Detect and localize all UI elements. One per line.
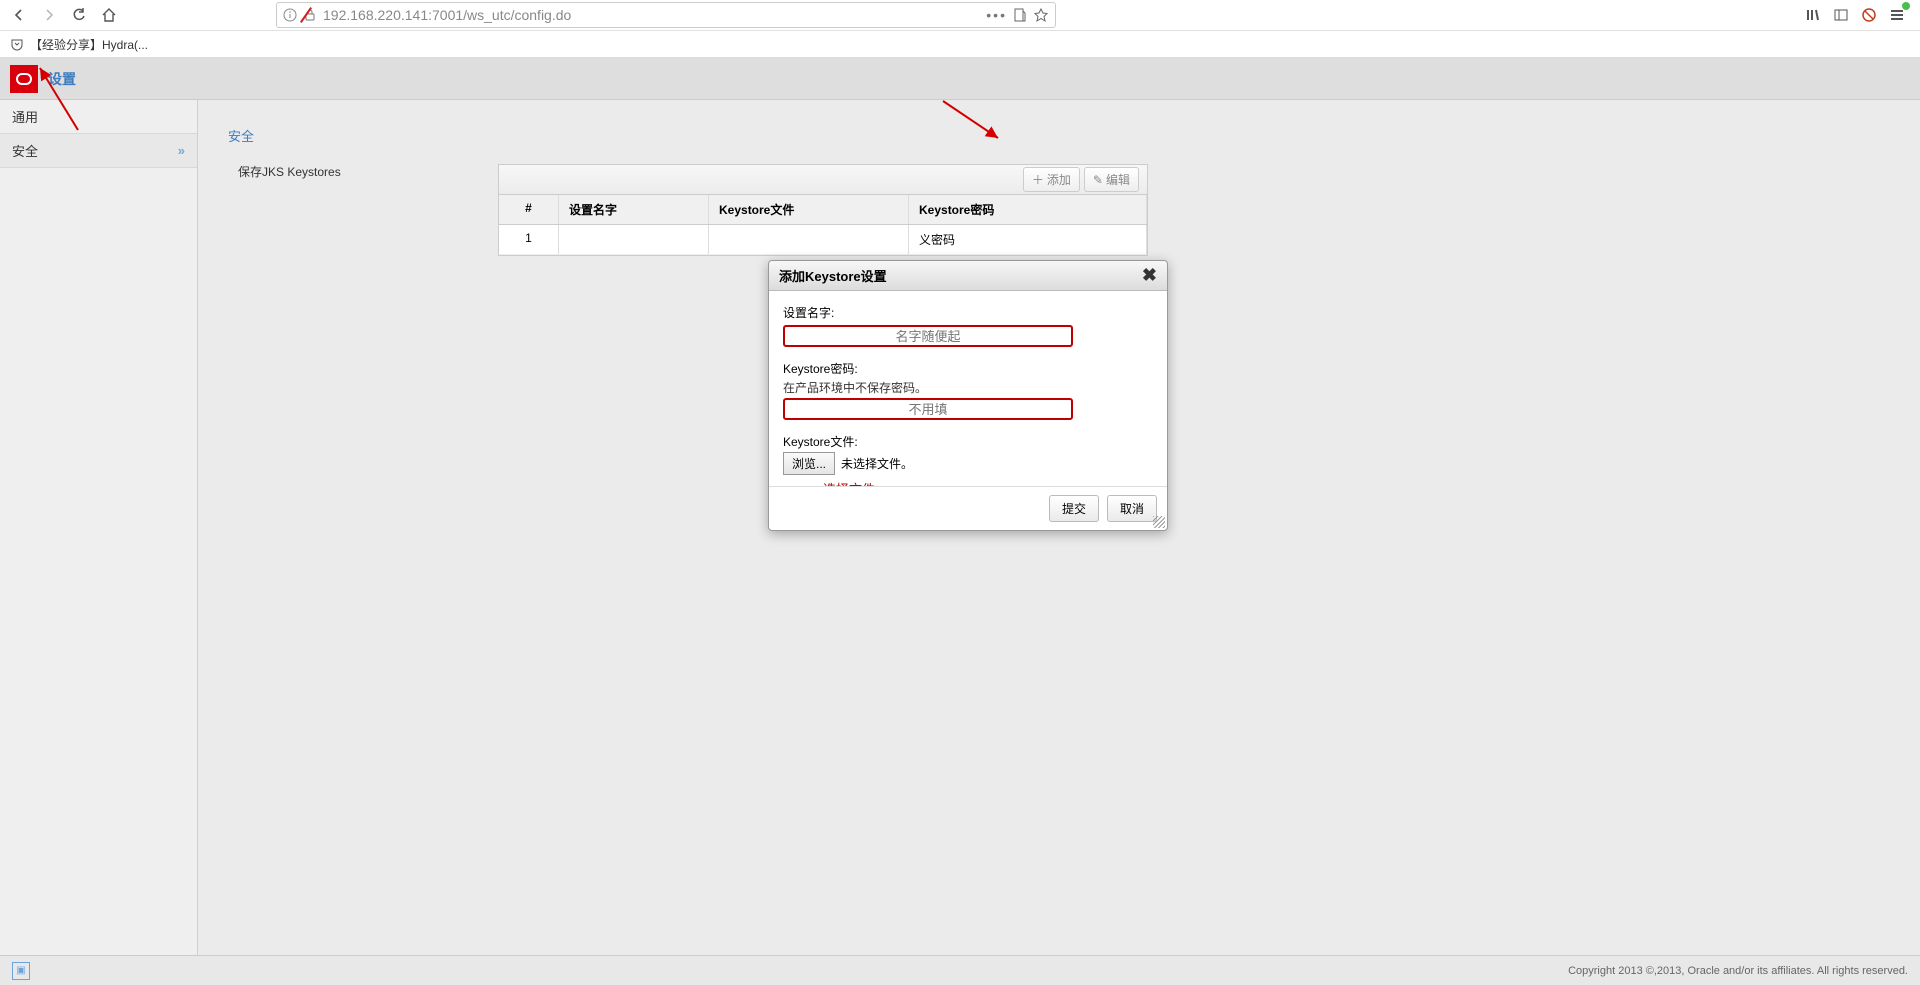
dialog-title: 添加Keystore设置 [779,266,887,285]
pencil-icon: ✎ [1093,173,1103,187]
keystore-table-panel: ＋ 添加 ✎ 编辑 # 设置名字 Keystore文件 Keystore密码 1… [498,164,1148,256]
close-icon: ✖ [1142,265,1157,285]
bookmark-star-icon[interactable] [1033,7,1049,23]
section-title: 安全 [218,120,1920,157]
edit-button-label: 编辑 [1106,171,1130,188]
arrow-right-icon [41,7,57,23]
noscript-icon[interactable] [1860,6,1878,24]
dialog-footer: 提交 取消 [769,486,1167,530]
field-name-label: 设置名字: [783,304,1153,321]
resize-grip-icon[interactable] [1153,516,1165,528]
sidebar-item-security[interactable]: 安全 » [0,134,197,168]
add-button-label: 添加 [1047,171,1071,188]
bookmarks-bar: 【经验分享】Hydra(... [0,31,1920,58]
submit-button[interactable]: 提交 [1049,495,1099,522]
more-icon[interactable]: ••• [986,7,1007,23]
oracle-logo-icon [10,65,38,93]
reload-icon [71,7,87,23]
table-row[interactable]: 1 义密码 [499,225,1147,255]
file-annotation-label: 选择文件 [823,479,1153,486]
table-toolbar: ＋ 添加 ✎ 编辑 [499,165,1147,195]
nav-forward-button[interactable] [36,2,62,28]
sidebar-item-label: 安全 [12,141,38,160]
footer-logo-icon: ▣ [12,962,30,980]
library-icon[interactable] [1804,6,1822,24]
setting-name-input[interactable] [783,325,1073,347]
copyright-text: Copyright 2013 ©,2013, Oracle and/or its… [1568,965,1908,977]
app-title: 设置 [48,69,76,89]
nav-home-button[interactable] [96,2,122,28]
col-header-num: # [499,195,559,224]
edit-button[interactable]: ✎ 编辑 [1084,167,1139,192]
col-header-pwd: Keystore密码 [909,195,1147,224]
dialog-close-button[interactable]: ✖ [1142,265,1157,286]
sidebar-item-general[interactable]: 通用 [0,100,197,134]
grid-header: # 设置名字 Keystore文件 Keystore密码 [499,195,1147,225]
cell-num: 1 [499,225,559,254]
col-header-name: 设置名字 [559,195,709,224]
toolbar-right [1804,6,1914,24]
sidebar-item-label: 通用 [12,107,38,126]
home-icon [101,7,117,23]
bookmark-item[interactable]: 【经验分享】Hydra(... [30,36,148,53]
info-icon [283,8,297,22]
no-file-chosen-label: 未选择文件。 [841,455,913,472]
add-keystore-dialog: 添加Keystore设置 ✖ 设置名字: Keystore密码: 在产品环境中不… [768,260,1168,531]
arrow-left-icon [11,7,27,23]
nav-reload-button[interactable] [66,2,92,28]
menu-icon[interactable] [1888,6,1906,24]
url-bar[interactable]: 192.168.220.141:7001/ws_utc/config.do ••… [276,2,1056,28]
browse-button[interactable]: 浏览... [783,452,835,475]
insecure-icon [303,8,317,22]
add-button[interactable]: ＋ 添加 [1023,167,1080,192]
reader-icon[interactable] [1012,7,1028,23]
chevron-right-icon: » [178,143,185,158]
col-header-file: Keystore文件 [709,195,909,224]
cell-file [709,225,909,254]
sidebar: 通用 安全 » [0,100,198,955]
url-text: 192.168.220.141:7001/ws_utc/config.do [323,7,571,23]
cell-pwd: 义密码 [909,225,1147,254]
content-pane: 安全 保存JKS Keystores ＋ 添加 ✎ 编辑 # 设置名字 Keys… [198,100,1920,955]
sidebar-icon[interactable] [1832,6,1850,24]
nav-back-button[interactable] [6,2,32,28]
plus-icon: ＋ [1032,171,1044,188]
field-pwd-label: Keystore密码: [783,360,1153,377]
cancel-button[interactable]: 取消 [1107,495,1157,522]
field-file-label: Keystore文件: [783,433,1153,450]
app-footer: ▣ Copyright 2013 ©,2013, Oracle and/or i… [0,955,1920,985]
field-pwd-hint: 在产品环境中不保存密码。 [783,379,1153,396]
main-area: 通用 安全 » 安全 保存JKS Keystores ＋ 添加 ✎ 编辑 [0,100,1920,955]
dialog-header[interactable]: 添加Keystore设置 ✖ [769,261,1167,291]
dialog-body: 设置名字: Keystore密码: 在产品环境中不保存密码。 Keystore文… [769,291,1167,486]
browser-toolbar: 192.168.220.141:7001/ws_utc/config.do ••… [0,0,1920,31]
app-header: 设置 [0,58,1920,100]
pocket-icon[interactable] [10,37,24,51]
cell-name [559,225,709,254]
section-label: 保存JKS Keystores [218,157,341,186]
keystore-password-input[interactable] [783,398,1073,420]
